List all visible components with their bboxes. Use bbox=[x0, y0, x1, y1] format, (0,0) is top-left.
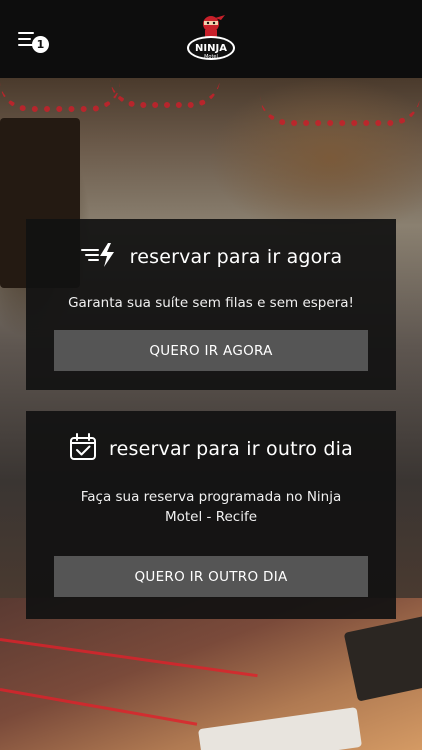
reserve-now-button[interactable]: QUERO IR AGORA bbox=[54, 330, 368, 371]
ninja-logo-icon[interactable]: NINJA Motel bbox=[185, 12, 237, 66]
card-header: reservar para ir outro dia bbox=[26, 433, 396, 465]
reserve-now-card: reservar para ir agora Garanta sua suíte… bbox=[26, 219, 396, 390]
reserve-other-day-card: reservar para ir outro dia Faça sua rese… bbox=[26, 411, 396, 619]
card-title: reservar para ir outro dia bbox=[109, 438, 353, 460]
reserve-other-day-button[interactable]: QUERO IR OUTRO DIA bbox=[54, 556, 368, 597]
card-header: reservar para ir agora bbox=[26, 241, 396, 273]
calendar-check-icon bbox=[69, 433, 97, 465]
logo-text: NINJA bbox=[195, 43, 227, 54]
app-header: 1 NINJA Motel bbox=[0, 0, 422, 78]
card-description: Garanta sua suíte sem filas e sem espera… bbox=[68, 295, 354, 311]
menu-button[interactable]: 1 bbox=[14, 28, 54, 56]
card-description: Faça sua reserva programada no Ninja Mot… bbox=[80, 489, 342, 525]
notification-badge: 1 bbox=[32, 36, 49, 53]
logo-subtext: Motel bbox=[204, 54, 218, 60]
card-title: reservar para ir agora bbox=[129, 246, 343, 268]
lightning-speed-icon bbox=[80, 241, 118, 273]
